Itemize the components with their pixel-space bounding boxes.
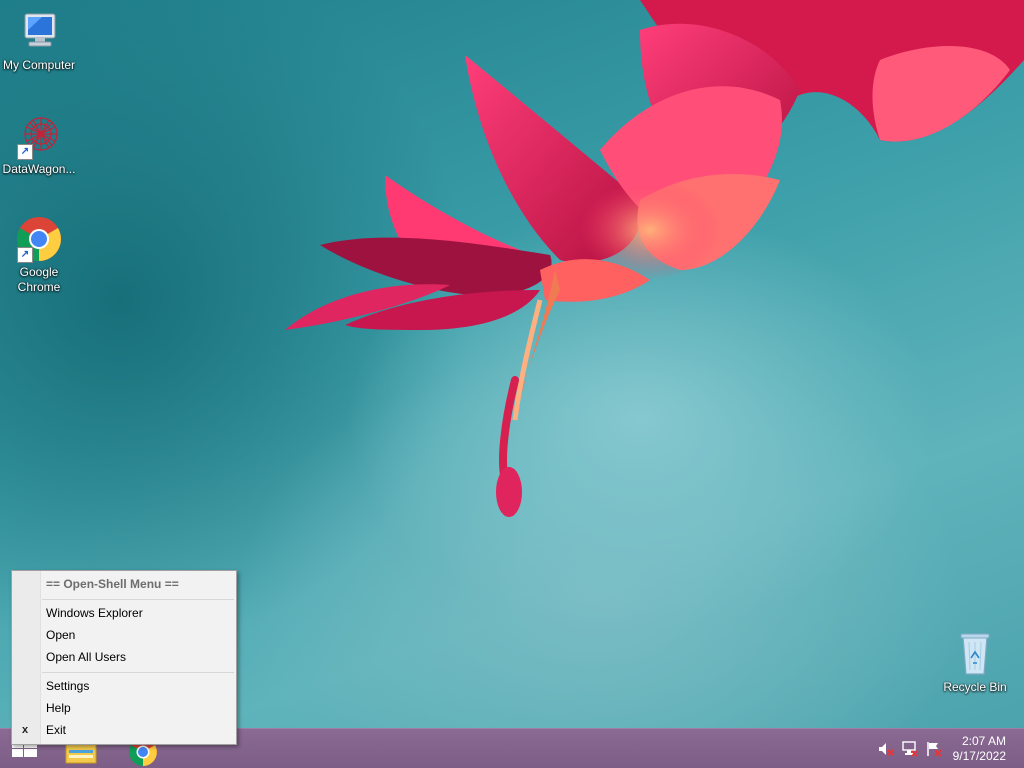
desktop-screen: My Computer ↗ DataWagon... ↗ Google Chro…	[0, 0, 1024, 768]
desktop-icon-label: DataWagon...	[2, 162, 76, 176]
taskbar-clock[interactable]: 2:07 AM 9/17/2022	[953, 734, 1006, 764]
datawagon-icon: ↗	[15, 112, 63, 160]
system-tray: 2:07 AM 9/17/2022	[864, 729, 1024, 768]
menu-item-open-all-users[interactable]: Open All Users	[42, 646, 236, 668]
exit-marker-icon: x	[22, 724, 29, 736]
desktop-icon-my-computer[interactable]: My Computer	[0, 8, 78, 73]
open-shell-context-menu: == Open-Shell Menu == Windows Explorer O…	[11, 570, 237, 745]
menu-item-help[interactable]: Help	[42, 697, 236, 719]
clock-date: 9/17/2022	[952, 749, 1006, 763]
speaker-muted-icon[interactable]	[878, 741, 894, 757]
shortcut-arrow-icon: ↗	[17, 247, 33, 263]
menu-separator	[42, 672, 234, 673]
desktop-icon-recycle-bin[interactable]: Recycle Bin	[936, 630, 1014, 695]
network-icon[interactable]	[902, 741, 918, 757]
menu-item-exit[interactable]: Exit	[42, 719, 236, 741]
desktop-icon-label: My Computer	[2, 58, 76, 72]
desktop-icon-label: Google Chrome	[17, 265, 61, 294]
shortcut-arrow-icon: ↗	[17, 144, 33, 160]
action-center-flag-icon[interactable]	[926, 741, 942, 757]
desktop-icon-google-chrome[interactable]: ↗ Google Chrome	[0, 215, 78, 295]
menu-item-settings[interactable]: Settings	[42, 675, 236, 697]
desktop-icon-datawagon[interactable]: ↗ DataWagon...	[0, 112, 78, 177]
computer-icon	[15, 8, 63, 56]
recycle-bin-icon	[951, 630, 999, 678]
menu-title: == Open-Shell Menu ==	[46, 577, 179, 591]
chrome-icon: ↗	[15, 215, 63, 263]
menu-item-windows-explorer[interactable]: Windows Explorer	[42, 602, 236, 624]
menu-separator	[42, 599, 234, 600]
desktop-icon-label: Recycle Bin	[943, 680, 1007, 694]
menu-item-open[interactable]: Open	[42, 624, 236, 646]
clock-time: 2:07 AM	[961, 734, 1006, 748]
